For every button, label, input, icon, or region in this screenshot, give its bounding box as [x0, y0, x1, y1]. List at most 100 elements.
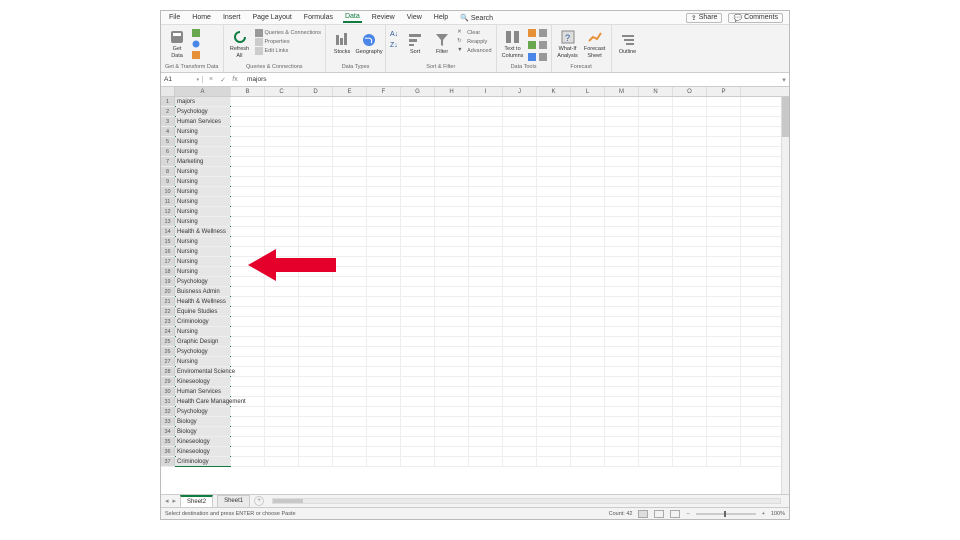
cell[interactable] — [503, 97, 537, 106]
cell[interactable] — [265, 457, 299, 466]
cell[interactable] — [299, 157, 333, 166]
cell[interactable] — [639, 217, 673, 226]
cell[interactable] — [639, 417, 673, 426]
cell[interactable] — [299, 217, 333, 226]
get-data-button[interactable]: Get Data — [165, 27, 189, 61]
cell[interactable] — [605, 277, 639, 286]
cell[interactable] — [401, 287, 435, 296]
cell[interactable] — [299, 127, 333, 136]
cell[interactable] — [605, 457, 639, 466]
cell[interactable]: Equine Studies — [175, 307, 231, 316]
cell[interactable] — [673, 127, 707, 136]
cell[interactable] — [605, 97, 639, 106]
cell[interactable] — [333, 177, 367, 186]
cell[interactable] — [503, 287, 537, 296]
cell[interactable] — [299, 407, 333, 416]
cell[interactable] — [435, 137, 469, 146]
cell[interactable] — [469, 327, 503, 336]
cell[interactable] — [299, 437, 333, 446]
cell[interactable] — [469, 117, 503, 126]
cell[interactable] — [401, 127, 435, 136]
cell[interactable] — [639, 387, 673, 396]
cell[interactable] — [673, 367, 707, 376]
cell[interactable] — [367, 237, 401, 246]
cell[interactable] — [333, 437, 367, 446]
cell[interactable] — [333, 447, 367, 456]
row-header[interactable]: 3 — [161, 117, 175, 126]
cell[interactable] — [673, 357, 707, 366]
cell[interactable] — [401, 147, 435, 156]
cell[interactable] — [435, 277, 469, 286]
cell[interactable] — [537, 277, 571, 286]
cell[interactable] — [571, 187, 605, 196]
cell[interactable] — [469, 437, 503, 446]
cell[interactable] — [503, 247, 537, 256]
cell[interactable] — [367, 147, 401, 156]
cell[interactable] — [571, 217, 605, 226]
cell[interactable] — [571, 427, 605, 436]
cell[interactable] — [571, 227, 605, 236]
row-header[interactable]: 36 — [161, 447, 175, 456]
col-header-N[interactable]: N — [639, 87, 673, 96]
cell[interactable] — [435, 207, 469, 216]
reapply-button[interactable]: ↻Reapply — [457, 38, 491, 46]
cell[interactable] — [231, 167, 265, 176]
cell[interactable] — [707, 197, 741, 206]
cell[interactable] — [469, 357, 503, 366]
cell[interactable] — [639, 427, 673, 436]
cell[interactable] — [435, 327, 469, 336]
cell[interactable] — [639, 227, 673, 236]
geography-button[interactable]: Geography — [357, 27, 381, 61]
cell[interactable] — [571, 347, 605, 356]
remove-duplicates-icon[interactable] — [528, 41, 536, 51]
cell[interactable] — [435, 167, 469, 176]
cell[interactable] — [265, 137, 299, 146]
cell[interactable] — [299, 367, 333, 376]
cell[interactable] — [231, 117, 265, 126]
menu-view[interactable]: View — [405, 13, 424, 22]
col-header-K[interactable]: K — [537, 87, 571, 96]
cell[interactable] — [367, 287, 401, 296]
cell[interactable] — [435, 427, 469, 436]
enter-formula-icon[interactable]: ✓ — [219, 76, 227, 84]
cell[interactable]: Nursing — [175, 137, 231, 146]
cell[interactable]: Enviromental Science — [175, 367, 231, 376]
cell[interactable] — [673, 227, 707, 236]
cell[interactable] — [503, 317, 537, 326]
cell[interactable] — [265, 177, 299, 186]
row-header[interactable]: 16 — [161, 247, 175, 256]
row-header[interactable]: 37 — [161, 457, 175, 466]
cell[interactable] — [537, 237, 571, 246]
cell[interactable] — [469, 207, 503, 216]
row-header[interactable]: 9 — [161, 177, 175, 186]
cell[interactable] — [469, 257, 503, 266]
cell[interactable] — [299, 447, 333, 456]
cell[interactable] — [231, 197, 265, 206]
cell[interactable] — [537, 307, 571, 316]
cell[interactable] — [401, 377, 435, 386]
expand-formula-icon[interactable]: ▾ — [779, 76, 789, 84]
cell[interactable] — [401, 397, 435, 406]
cell[interactable] — [265, 207, 299, 216]
cell[interactable] — [537, 147, 571, 156]
cell[interactable] — [299, 337, 333, 346]
cell[interactable] — [707, 247, 741, 256]
cell[interactable] — [469, 247, 503, 256]
cell[interactable] — [265, 287, 299, 296]
cell[interactable] — [469, 97, 503, 106]
cell[interactable] — [571, 437, 605, 446]
cell[interactable] — [265, 437, 299, 446]
cell[interactable] — [571, 387, 605, 396]
row-header[interactable]: 24 — [161, 327, 175, 336]
cell[interactable] — [231, 187, 265, 196]
cell[interactable] — [469, 287, 503, 296]
cell[interactable] — [435, 357, 469, 366]
cell[interactable] — [435, 227, 469, 236]
scrollbar-thumb[interactable] — [782, 97, 789, 137]
cell[interactable] — [605, 317, 639, 326]
cell[interactable] — [707, 297, 741, 306]
cell[interactable] — [571, 117, 605, 126]
cell[interactable] — [333, 97, 367, 106]
hscroll-thumb[interactable] — [273, 499, 303, 503]
cell[interactable] — [469, 457, 503, 466]
